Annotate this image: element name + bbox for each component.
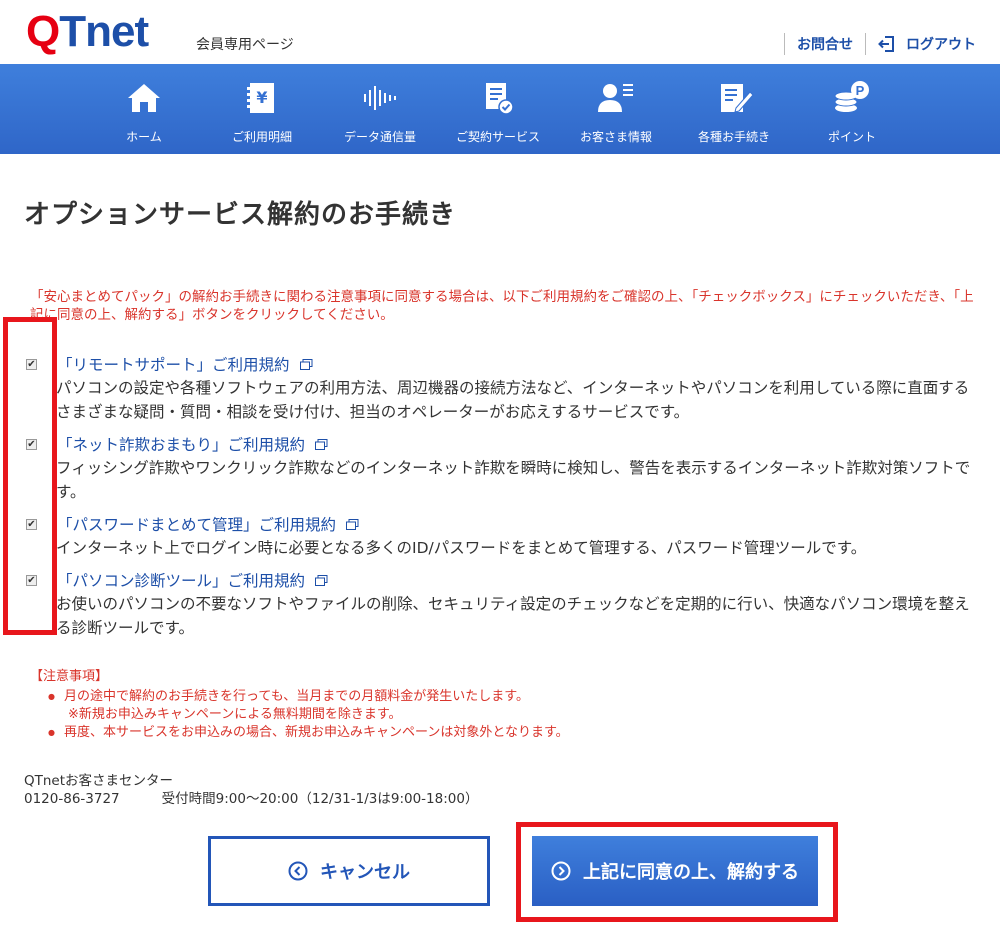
logout-icon <box>878 36 894 52</box>
caution-title: 【注意事項】 <box>30 669 109 684</box>
nav-item-statement[interactable]: ¥ ご利用明細 <box>203 64 321 154</box>
caution-sub-note: ※新規お申込みキャンペーンによる無料期間を除きます。 <box>68 707 402 722</box>
data-usage-icon <box>364 86 396 110</box>
chevron-right-circle-icon <box>551 861 571 881</box>
external-window-icon <box>299 358 313 370</box>
password-desc: インターネット上でログイン時に必要となる多くのID/パスワードをまとめて管理する… <box>56 539 867 557</box>
caution-item: 再度、本サービスをお申込みの場合、新規お申込みキャンペーンは対象外となります。 <box>34 724 930 742</box>
external-window-icon <box>315 438 328 450</box>
nav-item-contract[interactable]: ご契約サービス <box>439 64 557 154</box>
pc-diagnosis-terms-link[interactable]: 「パソコン診断ツール」ご利用規約 <box>57 569 305 591</box>
net-fraud-terms-link[interactable]: 「ネット詐欺おまもり」ご利用規約 <box>57 433 305 455</box>
term-item-net-fraud: ✔ 「ネット詐欺おまもり」ご利用規約 フィッシング詐欺やワンクリック詐欺などのイ… <box>26 432 976 504</box>
pc-diagnosis-desc: お使いのパソコンの不要なソフトやファイルの削除、セキュリティ設定のチェックなどを… <box>56 595 970 637</box>
term-item-pc-diagnosis: ✔ 「パソコン診断ツール」ご利用規約 お使いのパソコンの不要なソフトやファイルの… <box>26 568 976 640</box>
intro-notice: 「安心まとめてパック」の解約お手続きに関わる注意事項に同意する場合は、以下ご利用… <box>30 289 974 323</box>
external-window-icon <box>346 518 359 530</box>
svg-text:¥: ¥ <box>256 88 267 107</box>
net-fraud-checkbox[interactable]: ✔ <box>26 439 37 450</box>
member-page-label: 会員専用ページ <box>196 37 294 53</box>
customer-center-info: QTnetお客さまセンター 0120-86-3727 受付時間9:00～20:00… <box>24 772 478 808</box>
point-icon: P <box>834 81 869 112</box>
divider <box>865 33 866 55</box>
procedure-icon <box>721 84 754 113</box>
header: QTnet 会員専用ページ お問合せ ログアウト <box>0 0 1000 64</box>
terms-list: ✔ 「リモートサポート」ご利用規約 パソコンの設定や各種ソフトウェアの利用方法、… <box>26 352 976 648</box>
term-item-remote-support: ✔ 「リモートサポート」ご利用規約 パソコンの設定や各種ソフトウェアの利用方法、… <box>26 352 976 424</box>
customer-icon <box>598 84 633 112</box>
center-name: QTnetお客さまセンター <box>24 773 174 789</box>
svg-text:P: P <box>856 83 865 98</box>
contract-icon <box>486 83 514 115</box>
term-item-password: ✔ 「パスワードまとめて管理」ご利用規約 インターネット上でログイン時に必要とな… <box>26 512 976 560</box>
agree-and-cancel-button[interactable]: 上記に同意の上、解約する <box>532 836 818 906</box>
nav-item-procedure[interactable]: 各種お手続き <box>675 64 793 154</box>
remote-support-checkbox[interactable]: ✔ <box>26 359 37 370</box>
nav-item-home[interactable]: ホーム <box>85 64 203 154</box>
inquiry-link[interactable]: お問合せ <box>797 34 853 54</box>
logout-link[interactable]: ログアウト <box>878 34 976 54</box>
page-title: オプションサービス解約のお手続き <box>24 200 457 230</box>
header-links: お問合せ ログアウト <box>772 30 976 58</box>
external-window-icon <box>315 574 328 586</box>
password-terms-link[interactable]: 「パスワードまとめて管理」ご利用規約 <box>57 513 336 535</box>
main-nav: ホーム ¥ ご利用明細 データ通信量 ご契約サービス お客さま情報 各種お手続き… <box>0 64 1000 154</box>
pc-diagnosis-checkbox[interactable]: ✔ <box>26 575 37 586</box>
net-fraud-desc: フィッシング詐欺やワンクリック詐欺などのインターネット詐欺を瞬時に検知し、警告を… <box>56 459 971 501</box>
nav-item-data-usage[interactable]: データ通信量 <box>321 64 439 154</box>
caution-section: 【注意事項】 月の途中で解約のお手続きを行っても、当月までの月額料金が発生いたし… <box>30 668 930 742</box>
caution-item: 月の途中で解約のお手続きを行っても、当月までの月額料金が発生いたします。 <box>34 688 930 706</box>
cancel-button[interactable]: キャンセル <box>208 836 490 906</box>
nav-item-point[interactable]: P ポイント <box>793 64 911 154</box>
chevron-left-circle-icon <box>288 861 308 881</box>
nav-item-customer[interactable]: お客さま情報 <box>557 64 675 154</box>
remote-support-terms-link[interactable]: 「リモートサポート」ご利用規約 <box>57 353 290 375</box>
qtnet-logo[interactable]: QTnet <box>26 8 149 56</box>
center-hours: 受付時間9:00～20:00（12/31-1/3は9:00-18:00） <box>161 791 479 807</box>
divider <box>784 33 785 55</box>
statement-icon: ¥ <box>247 83 274 113</box>
home-icon <box>128 84 160 112</box>
password-checkbox[interactable]: ✔ <box>26 519 37 530</box>
remote-support-desc: パソコンの設定や各種ソフトウェアの利用方法、周辺機器の接続方法など、インターネッ… <box>56 379 970 421</box>
center-phone: 0120-86-3727 <box>24 791 120 807</box>
